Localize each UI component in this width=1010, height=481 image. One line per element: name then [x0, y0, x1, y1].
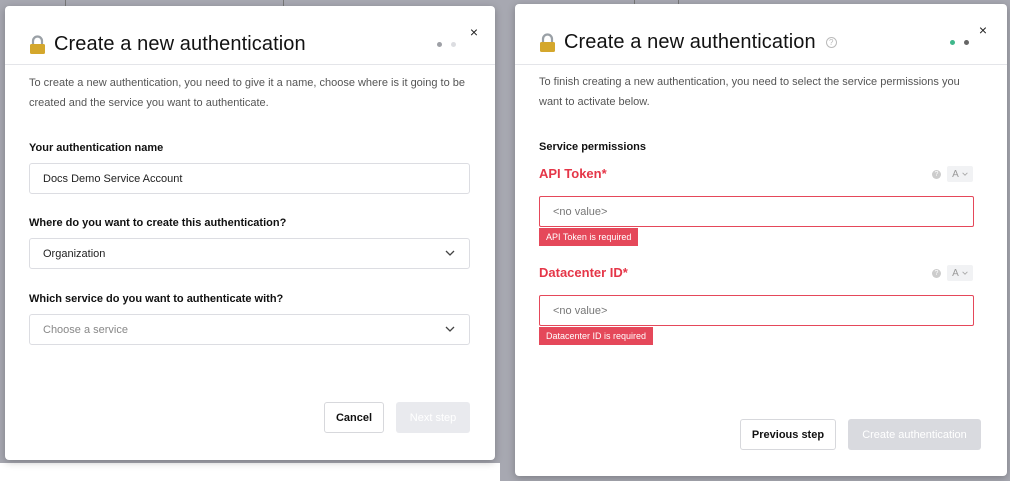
chevron-down-icon — [445, 326, 455, 332]
datacenter-id-mode-selector[interactable]: ? A — [932, 265, 973, 281]
help-circle-icon: ? — [932, 268, 941, 278]
service-placeholder: Choose a service — [43, 323, 128, 336]
page-title: Create a new authentication — [564, 31, 816, 53]
close-icon[interactable]: × — [470, 24, 478, 40]
header-divider — [515, 64, 1007, 65]
location-select[interactable]: Organization — [29, 238, 470, 269]
modal-title-row: Create a new authentication ? — [539, 31, 837, 54]
service-label: Which service do you want to authenticat… — [29, 293, 284, 305]
step-dot-2 — [964, 40, 969, 45]
modal-title-row: Create a new authentication — [29, 33, 306, 56]
cancel-button[interactable]: Cancel — [324, 402, 384, 433]
api-token-label: API Token* — [539, 166, 607, 181]
mode-value: A — [952, 267, 959, 279]
step-indicator — [950, 40, 969, 45]
next-step-button[interactable]: Next step — [396, 402, 470, 433]
mode-value: A — [952, 168, 959, 180]
modal-description: To finish creating a new authentication,… — [539, 76, 960, 108]
api-token-error: API Token is required — [539, 228, 639, 246]
previous-step-button[interactable]: Previous step — [740, 419, 836, 450]
lock-icon — [30, 34, 45, 54]
api-token-input[interactable]: <no value> — [539, 196, 974, 227]
datacenter-id-label: Datacenter ID* — [539, 265, 628, 280]
datacenter-id-input[interactable]: <no value> — [539, 295, 974, 326]
service-permissions-label: Service permissions — [539, 141, 647, 153]
location-selected-value: Organization — [43, 247, 106, 260]
datacenter-id-error: Datacenter ID is required — [539, 327, 654, 345]
mode-select[interactable]: A — [947, 265, 973, 281]
chevron-down-icon — [445, 250, 455, 256]
datacenter-id-placeholder: <no value> — [553, 304, 608, 317]
create-authentication-modal-step-2: × Create a new authentication ? To finis… — [515, 4, 1007, 476]
header-divider — [5, 64, 495, 65]
page-title: Create a new authentication — [54, 33, 306, 55]
help-circle-icon: ? — [932, 169, 941, 179]
create-authentication-modal-step-1: × Create a new authentication To create … — [5, 6, 495, 460]
close-icon[interactable]: × — [979, 22, 987, 38]
step-dot-1 — [950, 40, 955, 45]
api-token-mode-selector[interactable]: ? A — [932, 166, 973, 182]
lock-icon — [540, 32, 555, 52]
name-label: Your authentication name — [29, 142, 164, 154]
location-label: Where do you want to create this authent… — [29, 217, 287, 229]
authentication-name-input[interactable]: Docs Demo Service Account — [29, 163, 470, 194]
step-indicator — [437, 42, 456, 47]
create-authentication-button[interactable]: Create authentication — [848, 419, 981, 450]
background-strip — [0, 463, 500, 481]
step-dot-2 — [451, 42, 456, 47]
api-token-placeholder: <no value> — [553, 205, 608, 218]
chevron-down-icon — [962, 172, 968, 176]
help-circle-icon[interactable]: ? — [825, 37, 837, 48]
chevron-down-icon — [962, 271, 968, 275]
mode-select[interactable]: A — [947, 166, 973, 182]
service-select[interactable]: Choose a service — [29, 314, 470, 345]
step-dot-1 — [437, 42, 442, 47]
authentication-name-value: Docs Demo Service Account — [43, 172, 183, 185]
modal-description: To create a new authentication, you need… — [29, 77, 465, 109]
